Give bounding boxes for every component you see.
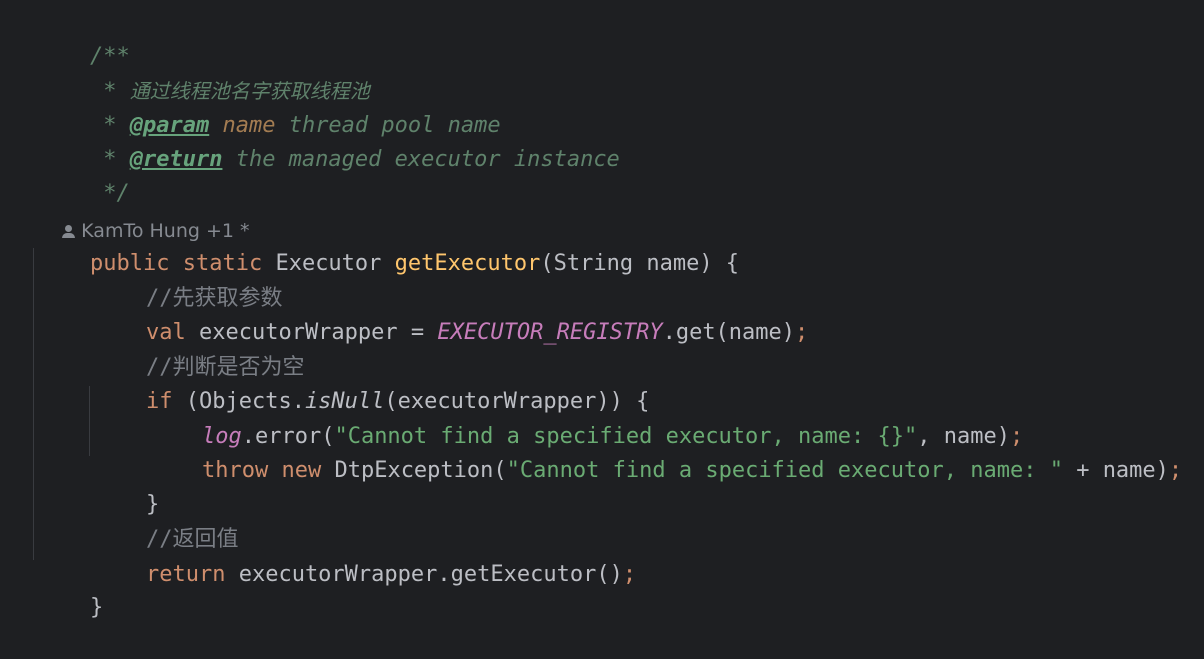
code-line-8: val executorWrapper = EXECUTOR_REGISTRY.…	[93, 282, 808, 345]
close-method-brace: }	[89, 595, 104, 620]
get-call: .get(name)	[662, 320, 796, 345]
code-line-4: * @return the managed executor instance	[37, 109, 620, 172]
code-line-12: throw new DtpException("Cannot find a sp…	[149, 420, 1182, 483]
indent-guide-if	[89, 386, 90, 456]
code-line-14: //返回值	[93, 489, 239, 552]
code-line-1: /**	[37, 6, 130, 69]
method-name[interactable]: getExecutor	[395, 251, 541, 276]
doc-return-tag: @return	[129, 147, 223, 172]
doc-return-desc: the managed executor instance	[222, 147, 620, 172]
semicolon: ;	[795, 320, 809, 345]
exception-message-string: "Cannot find a specified executor, name:…	[506, 458, 1063, 483]
indent-guide-method	[33, 248, 34, 560]
code-line-15: return executorWrapper.getExecutor();	[93, 524, 636, 587]
keyword-return: return	[145, 562, 226, 587]
method-params: (String name) {	[540, 251, 740, 276]
code-line-7: //先获取参数	[93, 248, 283, 311]
return-type[interactable]: Executor	[275, 251, 381, 276]
code-editor[interactable]: /** * 通过线程池名字获取线程池 * @param name thread …	[0, 0, 1204, 620]
code-line-9: //判断是否为空	[93, 317, 305, 380]
executor-registry-constant[interactable]: EXECUTOR_REGISTRY	[437, 320, 662, 345]
keyword-throw: throw	[201, 458, 269, 483]
code-line-16: }	[37, 557, 103, 620]
exception-constructor[interactable]: DtpException(	[321, 458, 506, 483]
author-inlay-hint[interactable]: KamTo Hung +1 *	[38, 180, 250, 242]
return-expression: executorWrapper.getExecutor()	[225, 562, 623, 587]
exception-rest: + name)	[1062, 458, 1169, 483]
semicolon: ;	[1168, 458, 1183, 483]
code-line-2: * 通过线程池名字获取线程池	[37, 40, 370, 104]
code-line-10: if (Objects.isNull(executorWrapper)) {	[93, 351, 649, 414]
code-line-3: * @param name thread pool name	[37, 75, 500, 138]
code-line-5: */	[37, 143, 130, 206]
code-line-13: }	[93, 454, 159, 517]
code-line-11: log.error("Cannot find a specified execu…	[149, 386, 1023, 449]
semicolon: ;	[622, 562, 637, 587]
code-line-6: public static Executor getExecutor(Strin…	[37, 213, 739, 276]
keyword-new: new	[281, 458, 322, 483]
